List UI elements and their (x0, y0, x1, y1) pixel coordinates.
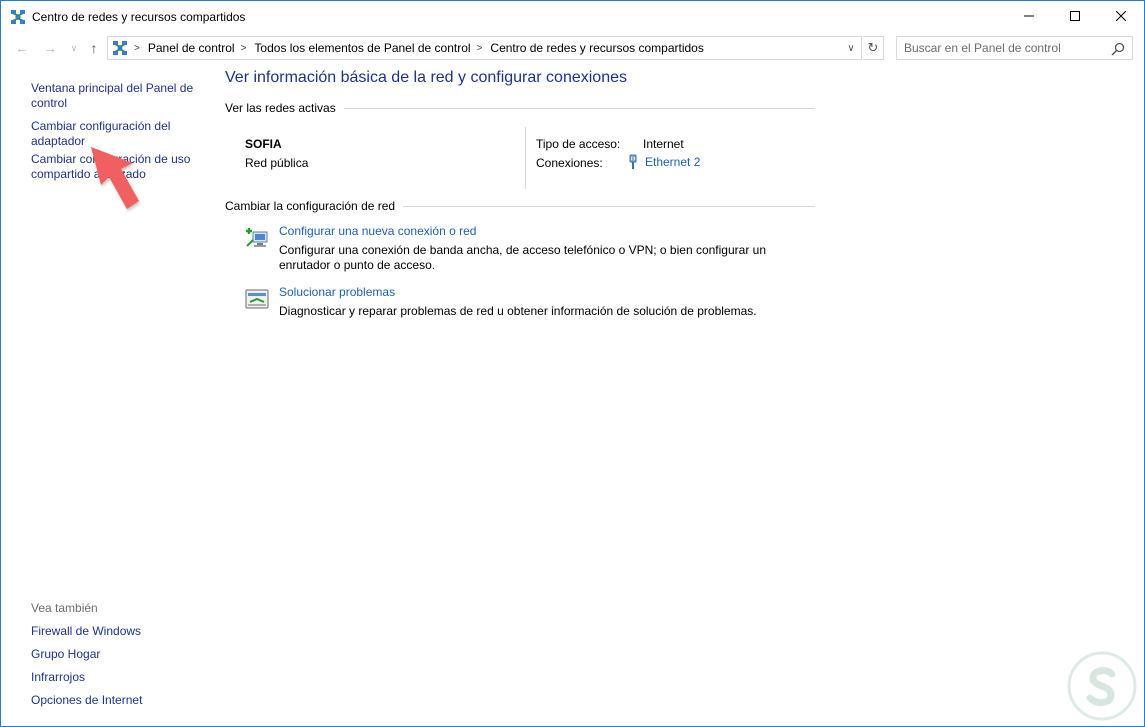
navigation-bar: ← → ∨ ↑ > Panel de control > Todos los e… (1, 36, 1144, 60)
ethernet-connection-label[interactable]: Ethernet 2 (645, 155, 700, 169)
recent-locations-button[interactable]: ∨ (65, 39, 83, 57)
breadcrumb-item[interactable]: Panel de control (148, 41, 235, 55)
change-adapter-settings-link[interactable]: Cambiar configuración del adaptador (31, 119, 201, 149)
divider (403, 205, 815, 207)
see-also-section: Vea también Firewall de Windows Grupo Ho… (31, 601, 201, 716)
window-title: Centro de redes y recursos compartidos (32, 9, 246, 24)
network-type[interactable]: Red pública (245, 156, 308, 170)
task-troubleshoot: Solucionar problemas Diagnosticar y repa… (225, 285, 815, 325)
chevron-down-icon: ∨ (70, 42, 78, 53)
see-also-link-infrared[interactable]: Infrarrojos (31, 670, 201, 684)
minimize-icon (1024, 15, 1034, 17)
network-name: SOFIA (245, 137, 282, 151)
connections-label: Conexiones: (536, 156, 603, 170)
task-new-connection: Configurar una nueva conexión o red Conf… (225, 224, 815, 273)
ethernet-connection-link[interactable]: Ethernet 2 (627, 154, 700, 170)
see-also-link-homegroup[interactable]: Grupo Hogar (31, 647, 201, 661)
maximize-icon (1070, 11, 1080, 21)
troubleshoot-icon (245, 289, 269, 309)
section-heading-label: Cambiar la configuración de red (225, 199, 396, 213)
watermark-logo-icon (1067, 651, 1137, 721)
setup-new-connection-link[interactable]: Configurar una nueva conexión o red (279, 224, 476, 238)
window: Centro de redes y recursos compartidos ←… (0, 0, 1145, 727)
refresh-button[interactable]: ↻ (863, 36, 884, 60)
breadcrumb-item[interactable]: Centro de redes y recursos compartidos (490, 41, 703, 55)
main-content: Ver información básica de la red y confi… (225, 69, 815, 325)
troubleshoot-description: Diagnosticar y reparar problemas de red … (279, 304, 757, 318)
change-settings-heading: Cambiar la configuración de red (225, 199, 815, 213)
see-also-heading: Vea también (31, 601, 98, 615)
divider (343, 107, 815, 109)
close-icon (1116, 11, 1126, 21)
chevron-down-icon: ∨ (847, 42, 855, 54)
address-dropdown-button[interactable]: ∨ (841, 37, 861, 59)
control-panel-icon (113, 41, 127, 55)
minimize-button[interactable] (1006, 1, 1052, 31)
active-networks-heading: Ver las redes activas (225, 101, 815, 115)
network-center-icon (11, 9, 25, 24)
breadcrumb-separator-icon: > (134, 42, 140, 54)
forward-button[interactable]: → (41, 39, 59, 57)
section-heading-label: Ver las redes activas (225, 101, 336, 115)
close-button[interactable] (1098, 1, 1144, 31)
arrow-up-icon: ↑ (90, 40, 98, 56)
troubleshoot-link[interactable]: Solucionar problemas (279, 285, 395, 299)
breadcrumb-separator-icon: > (240, 42, 247, 54)
access-type-label: Tipo de acceso: (536, 137, 621, 151)
arrow-right-icon: → (43, 40, 57, 56)
search-input[interactable] (904, 41, 1104, 55)
search-icon[interactable] (1111, 42, 1125, 56)
new-connection-icon (246, 228, 268, 247)
see-also-link-firewall[interactable]: Firewall de Windows (31, 624, 201, 638)
back-button[interactable]: ← (13, 39, 31, 57)
left-pane: Ventana principal del Panel de control C… (31, 81, 201, 190)
access-type-value: Internet (643, 137, 684, 151)
see-also-link-internet-options[interactable]: Opciones de Internet (31, 693, 201, 707)
advanced-sharing-settings-link[interactable]: Cambiar configuración de uso compartido … (31, 152, 201, 182)
maximize-button[interactable] (1052, 1, 1098, 31)
up-button[interactable]: ↑ (85, 39, 103, 57)
active-network-panel: SOFIA Red pública Tipo de acceso: Intern… (225, 123, 815, 191)
arrow-left-icon: ← (15, 40, 29, 56)
page-title: Ver información básica de la red y confi… (225, 69, 627, 86)
ethernet-icon (629, 154, 637, 169)
breadcrumb-item[interactable]: Todos los elementos de Panel de control (254, 41, 470, 55)
breadcrumb-separator-icon: > (476, 42, 483, 54)
search-box[interactable] (896, 36, 1133, 60)
control-panel-home-link[interactable]: Ventana principal del Panel de control (31, 81, 201, 111)
title-bar: Centro de redes y recursos compartidos (1, 1, 1144, 32)
refresh-icon: ↻ (867, 40, 879, 55)
address-bar[interactable]: > Panel de control > Todos los elementos… (107, 36, 862, 60)
setup-new-connection-description: Configurar una conexión de banda ancha, … (279, 243, 766, 272)
divider (525, 127, 526, 189)
